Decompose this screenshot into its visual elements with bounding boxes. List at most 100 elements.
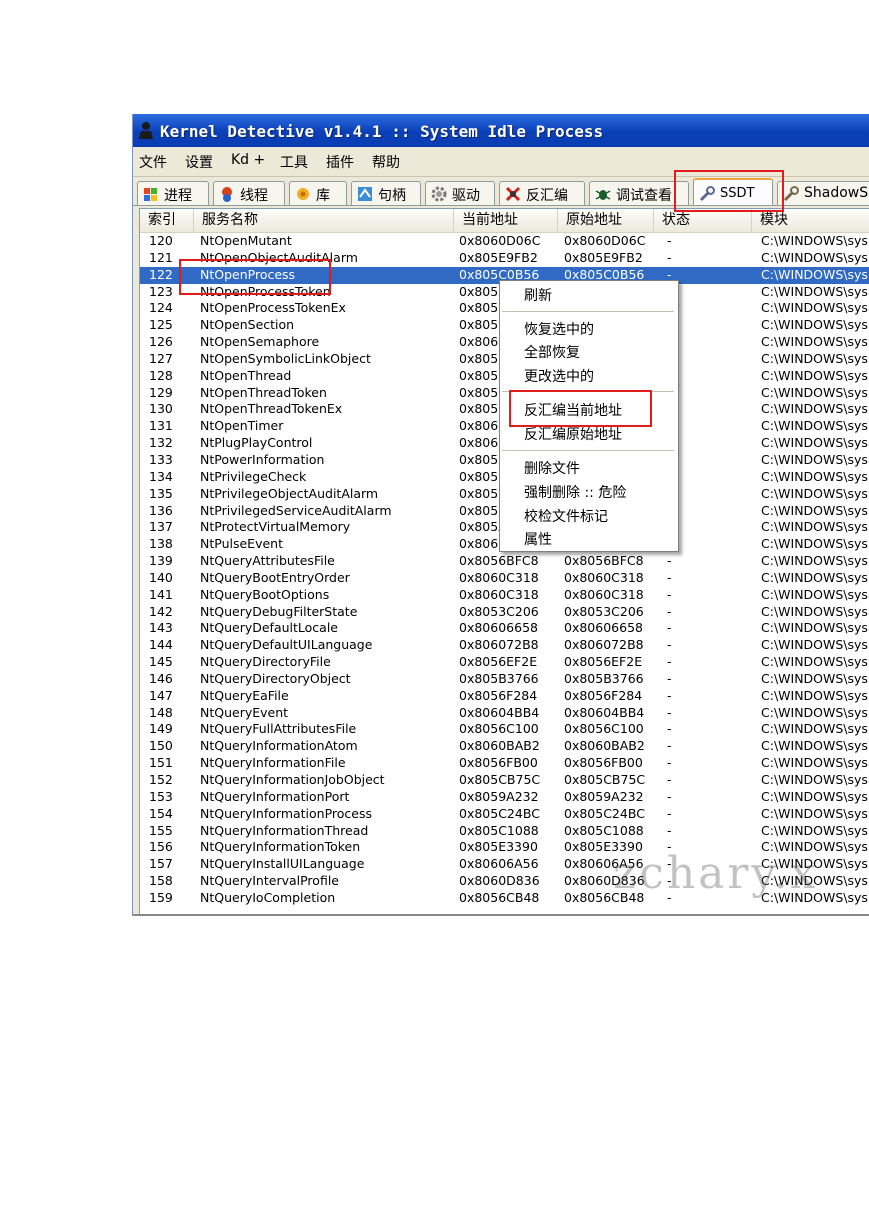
cell-service-name: NtQueryBootEntryOrder: [200, 569, 350, 585]
table-row[interactable]: 140 NtQueryBootEntryOrder 0x8060C318 0x8060…: [140, 570, 869, 587]
wrench-icon: [783, 186, 799, 202]
cell-module: C:\WINDOWS\sys: [761, 721, 868, 737]
cell-index: 135: [149, 485, 173, 501]
menu-help[interactable]: 帮助: [372, 152, 400, 172]
table-row[interactable]: 148 NtQueryEvent 0x80604BB4 0x80604BB4 - C:\W…: [140, 705, 869, 722]
tab-label: 进程: [164, 188, 192, 204]
table-row[interactable]: 153 NtQueryInformationPort 0x8059A232 0x805…: [140, 789, 869, 806]
tab-driver[interactable]: 驱动: [425, 181, 495, 205]
cell-module: C:\WINDOWS\sys: [761, 435, 868, 451]
table-row[interactable]: 139 NtQueryAttributesFile 0x8056BFC8 0x8056…: [140, 553, 869, 570]
menu-item-modify-selected[interactable]: 更改选中的: [524, 366, 594, 386]
table-row[interactable]: 143 NtQueryDefaultLocale 0x80606658 0x80606…: [140, 620, 869, 637]
menu-item-verify-signature[interactable]: 校检文件标记: [524, 506, 608, 526]
cell-original-address: 0x805C24BC: [564, 805, 645, 821]
cell-service-name: NtQueryDefaultUILanguage: [200, 637, 373, 653]
cell-status: -: [667, 620, 672, 636]
tab-shadow-ssdt[interactable]: ShadowSS: [777, 181, 869, 205]
table-row[interactable]: 142 NtQueryDebugFilterState 0x8053C206 0x80…: [140, 604, 869, 621]
cell-original-address: 0x8053C206: [564, 603, 644, 619]
column-header-current-address[interactable]: 当前地址: [454, 209, 558, 232]
cell-original-address: 0x805CB75C: [564, 772, 646, 787]
cell-module: C:\WINDOWS\sys: [761, 249, 868, 265]
tab-label: 库: [316, 188, 330, 204]
tab-disassemble[interactable]: 反汇编: [499, 181, 585, 205]
menu-item-restore-all[interactable]: 全部恢复: [524, 342, 580, 362]
column-header-module[interactable]: 模块: [752, 209, 869, 232]
table-row[interactable]: 141 NtQueryBootOptions 0x8060C318 0x8060C31…: [140, 587, 869, 604]
cell-module: C:\WINDOWS\sys: [761, 687, 868, 703]
table-row[interactable]: 146 NtQueryDirectoryObject 0x805B3766 0x805…: [140, 671, 869, 688]
cell-module: C:\WINDOWS\sys: [761, 822, 868, 838]
menu-tools[interactable]: 工具: [280, 152, 308, 172]
column-header-service-name[interactable]: 服务名称: [194, 209, 454, 232]
tab-label: 调试查看: [616, 188, 672, 204]
cell-index: 156: [149, 839, 173, 855]
cell-current-address: 0x8060D836: [459, 873, 540, 889]
menu-file[interactable]: 文件: [139, 152, 167, 172]
menu-item-disassemble-original[interactable]: 反汇编原始地址: [524, 424, 622, 444]
cell-service-name: NtQueryInformationAtom: [200, 738, 358, 754]
title-bar[interactable]: Kernel Detective v1.4.1 :: System Idle P…: [133, 114, 869, 147]
cell-status: -: [667, 788, 672, 804]
cell-index: 120: [149, 233, 173, 248]
tab-label: 句柄: [378, 188, 406, 204]
table-row[interactable]: 151 NtQueryInformationFile 0x8056FB00 0x805…: [140, 755, 869, 772]
table-row[interactable]: 120 NtOpenMutant 0x8060D06C 0x8060D06C - C:\W…: [140, 233, 869, 250]
cell-module: C:\WINDOWS\sys: [761, 805, 868, 821]
cell-service-name: NtQueryInformationToken: [200, 839, 361, 855]
cell-current-address: 0x8059A232: [459, 788, 539, 804]
column-header-original-address[interactable]: 原始地址: [558, 209, 654, 232]
table-row[interactable]: 155 NtQueryInformationThread 0x805C1088 0x8…: [140, 823, 869, 840]
cell-index: 131: [149, 418, 173, 434]
cell-module: C:\WINDOWS\sys: [761, 468, 868, 484]
cell-current-address: 0x805CB75C: [459, 772, 541, 787]
menu-item-restore-selected[interactable]: 恢复选中的: [524, 319, 594, 339]
cell-current-address: 0x8056EF2E: [459, 654, 538, 670]
cell-index: 138: [149, 536, 173, 552]
table-row[interactable]: 144 NtQueryDefaultUILanguage 0x806072B8 0x8…: [140, 637, 869, 654]
cell-module: C:\WINDOWS\sys: [761, 620, 868, 636]
window-title: Kernel Detective v1.4.1 :: System Idle P…: [160, 122, 604, 141]
menu-item-properties[interactable]: 属性: [524, 529, 552, 549]
cell-status: -: [667, 637, 672, 653]
tab-handle[interactable]: 句柄: [351, 181, 421, 205]
cell-status: -: [667, 687, 672, 703]
tab-library[interactable]: 库: [289, 181, 347, 205]
table-row[interactable]: 149 NtQueryFullAttributesFile 0x8056C100 0x…: [140, 721, 869, 738]
cell-service-name: NtQueryIntervalProfile: [200, 873, 339, 889]
menu-settings[interactable]: 设置: [185, 152, 213, 172]
menu-item-delete-file[interactable]: 删除文件: [524, 458, 580, 478]
column-header-status[interactable]: 状态: [654, 209, 752, 232]
cell-current-address: 0x805B3766: [459, 670, 539, 686]
menu-kd[interactable]: Kd +: [231, 152, 265, 168]
cell-module: C:\WINDOWS\sys: [761, 569, 868, 585]
table-row[interactable]: 147 NtQueryEaFile 0x8056F284 0x8056F284 - C:\…: [140, 688, 869, 705]
menu-plugins[interactable]: 插件: [326, 152, 354, 172]
table-row[interactable]: 154 NtQueryInformationProcess 0x805C24BC 0x…: [140, 806, 869, 823]
cell-service-name: NtQueryBootOptions: [200, 586, 330, 602]
cell-current-address: 0x8053C206: [459, 603, 539, 619]
cell-original-address: 0x80604BB4: [564, 704, 645, 720]
tab-label: 驱动: [452, 188, 480, 204]
menu-item-force-delete[interactable]: 强制删除 :: 危险: [524, 482, 626, 502]
cell-module: C:\WINDOWS\sys: [761, 317, 868, 333]
cell-module: C:\WINDOWS\sys: [761, 384, 868, 400]
cell-index: 151: [149, 755, 173, 771]
cell-service-name: NtQueryEvent: [200, 704, 289, 720]
column-header-index[interactable]: 索引: [140, 209, 194, 232]
cell-index: 136: [149, 502, 173, 518]
tab-process[interactable]: 进程: [137, 181, 209, 205]
cell-module: C:\WINDOWS\sys: [761, 519, 868, 535]
cell-service-name: NtQueryDebugFilterState: [200, 603, 358, 619]
cell-original-address: 0x8056BFC8: [564, 553, 644, 569]
table-row[interactable]: 145 NtQueryDirectoryFile 0x8056EF2E 0x8056E…: [140, 654, 869, 671]
cell-status: -: [667, 553, 672, 569]
cell-service-name: NtQueryInformationFile: [200, 755, 346, 771]
cell-module: C:\WINDOWS\sys: [761, 603, 868, 619]
table-row[interactable]: 152 NtQueryInformationJobObject 0x805CB75C…: [140, 772, 869, 789]
cell-current-address: 0x8056F284: [459, 687, 538, 703]
tab-thread[interactable]: 线程: [213, 181, 285, 205]
menu-item-refresh[interactable]: 刷新: [524, 285, 552, 305]
table-row[interactable]: 150 NtQueryInformationAtom 0x8060BAB2 0x806…: [140, 738, 869, 755]
